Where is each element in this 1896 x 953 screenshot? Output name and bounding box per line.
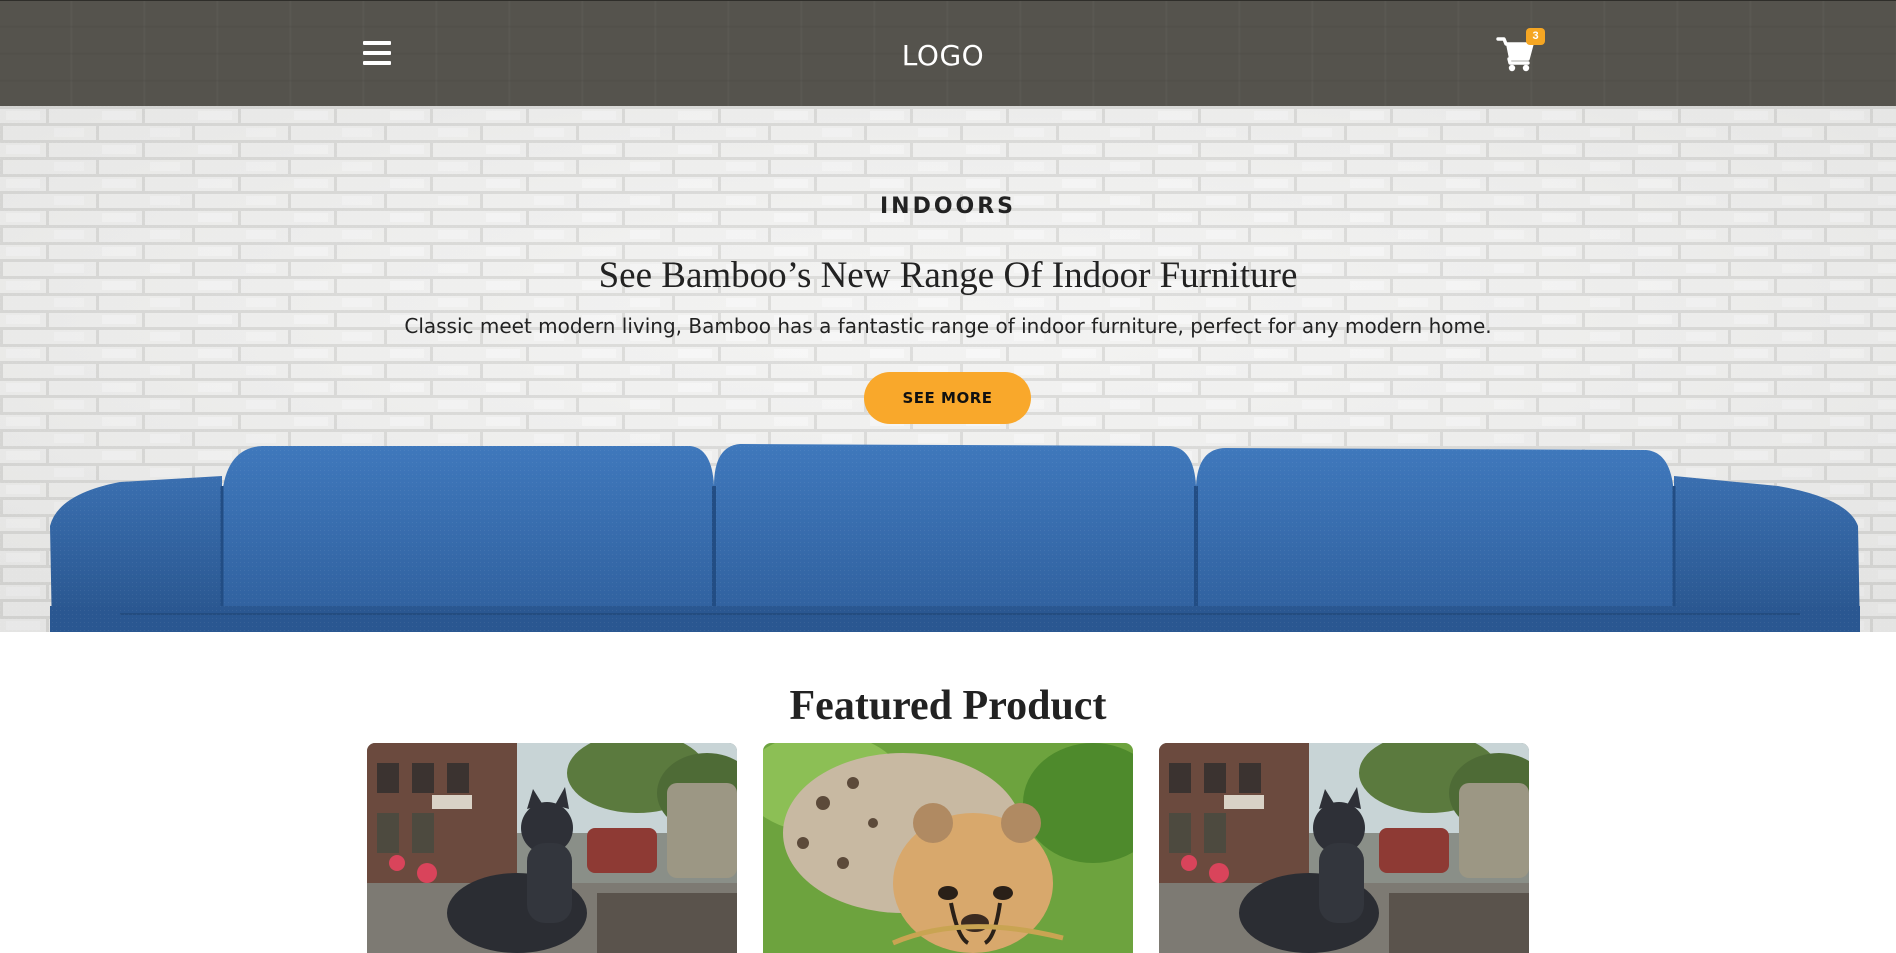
product-image-cheetah-cub (763, 743, 1133, 953)
product-image-cat-statue (1159, 743, 1529, 953)
product-card[interactable] (367, 743, 737, 953)
site-logo[interactable]: LOGO (880, 39, 1006, 72)
featured-product-heading: Featured Product (789, 683, 1107, 729)
site-header: LOGO 3 (0, 0, 1896, 106)
hero-description: Classic meet modern living, Bamboo has a… (404, 314, 1492, 338)
blue-sofa-image (0, 106, 1896, 632)
see-more-button[interactable]: SEE MORE (864, 372, 1031, 424)
product-image-cat-statue (367, 743, 737, 953)
cart-count-badge: 3 (1526, 28, 1545, 45)
hamburger-menu-icon[interactable] (363, 41, 391, 65)
hero-banner: INDOORS See Bamboo’s New Range Of Indoor… (0, 106, 1896, 632)
product-card[interactable] (763, 743, 1133, 953)
hero-eyebrow: INDOORS (879, 194, 1017, 219)
hero-title: See Bamboo’s New Range Of Indoor Furnitu… (598, 255, 1298, 296)
product-card[interactable] (1159, 743, 1529, 953)
